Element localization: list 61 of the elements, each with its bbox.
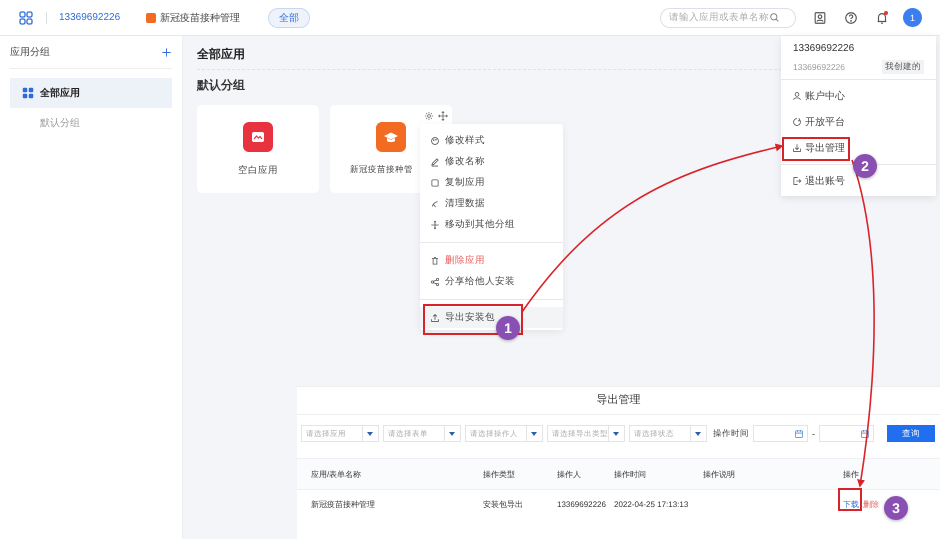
grid-icon [22,87,34,99]
table-cell-text: 2022-04-25 17:13:13 [614,500,690,508]
app-name: 新冠疫苗接种管 [350,164,413,176]
logout-icon [792,176,802,186]
column-header: 操作说明 [703,468,736,480]
sidebar-item[interactable]: 全部应用 [10,78,172,108]
creator-tag: 我创建的 [882,60,924,74]
table-cell-text: 13369692226 [557,500,607,508]
menu-item[interactable]: 移动到其他分组 [420,214,563,235]
column-header: 操作时间 [614,468,647,480]
account-link[interactable]: 13369692226 [59,12,120,23]
date-field[interactable] [819,425,874,442]
user-icon [792,91,802,101]
menu-item[interactable]: 开放平台 [781,109,936,135]
scope-pill[interactable]: 全部 [268,8,310,28]
share-icon [430,276,440,286]
menu-item[interactable]: 分享给他人安装 [420,271,563,292]
download-icon [792,143,802,153]
highlight-box [782,137,850,161]
app-icon [146,12,156,22]
user-account: 13369692226 [793,62,846,72]
edit-icon [430,156,440,166]
column-header: 操作 [843,468,860,480]
app-name: 空白应用 [238,164,278,176]
move-icon[interactable] [438,111,448,121]
menu-item[interactable]: 清理数据 [420,193,563,214]
trash-icon [430,256,440,266]
date-field[interactable] [753,425,808,442]
sidebar-title: 应用分组 [10,46,50,59]
section-title: 全部应用 [197,46,245,62]
current-app-name[interactable]: 新冠疫苗接种管理 [160,10,240,24]
table-cell-text: 新冠疫苗接种管理 [311,498,376,510]
table-cell-text: 安装包导出 [483,498,524,510]
help-icon[interactable] [844,10,858,24]
app-card[interactable]: 空白应用 [197,105,319,193]
contact-card-icon[interactable] [813,10,827,24]
menu-item[interactable]: 账户中心 [781,83,936,109]
bell-icon[interactable] [875,10,889,24]
search-field[interactable]: 请输入应用或表单名称 [660,8,796,28]
column-header: 操作人 [557,468,582,480]
group-title: 默认分组 [197,77,246,94]
panel-title: 导出管理 [297,387,940,415]
move-icon [430,220,440,230]
add-icon[interactable] [161,46,172,58]
apps-grid-icon[interactable] [18,10,34,26]
avatar[interactable]: 1 [903,8,922,27]
search-icon [769,12,780,23]
calendar-icon [860,428,870,438]
download-link[interactable]: 下载 [843,498,859,510]
copy-icon [430,178,440,188]
delete-link[interactable]: 删除 [863,498,879,510]
calendar-icon [794,428,804,438]
upload-icon [430,312,440,322]
range-separator: - [812,428,815,438]
column-header: 操作类型 [483,468,516,480]
user-name: 13369692226 [792,42,856,56]
query-button[interactable]: 查询 [887,425,935,442]
filter-label: 操作时间 [713,428,749,440]
column-header: 应用/表单名称 [311,468,362,480]
menu-item[interactable]: 删除应用 [420,250,563,271]
highlight-box [838,488,862,511]
